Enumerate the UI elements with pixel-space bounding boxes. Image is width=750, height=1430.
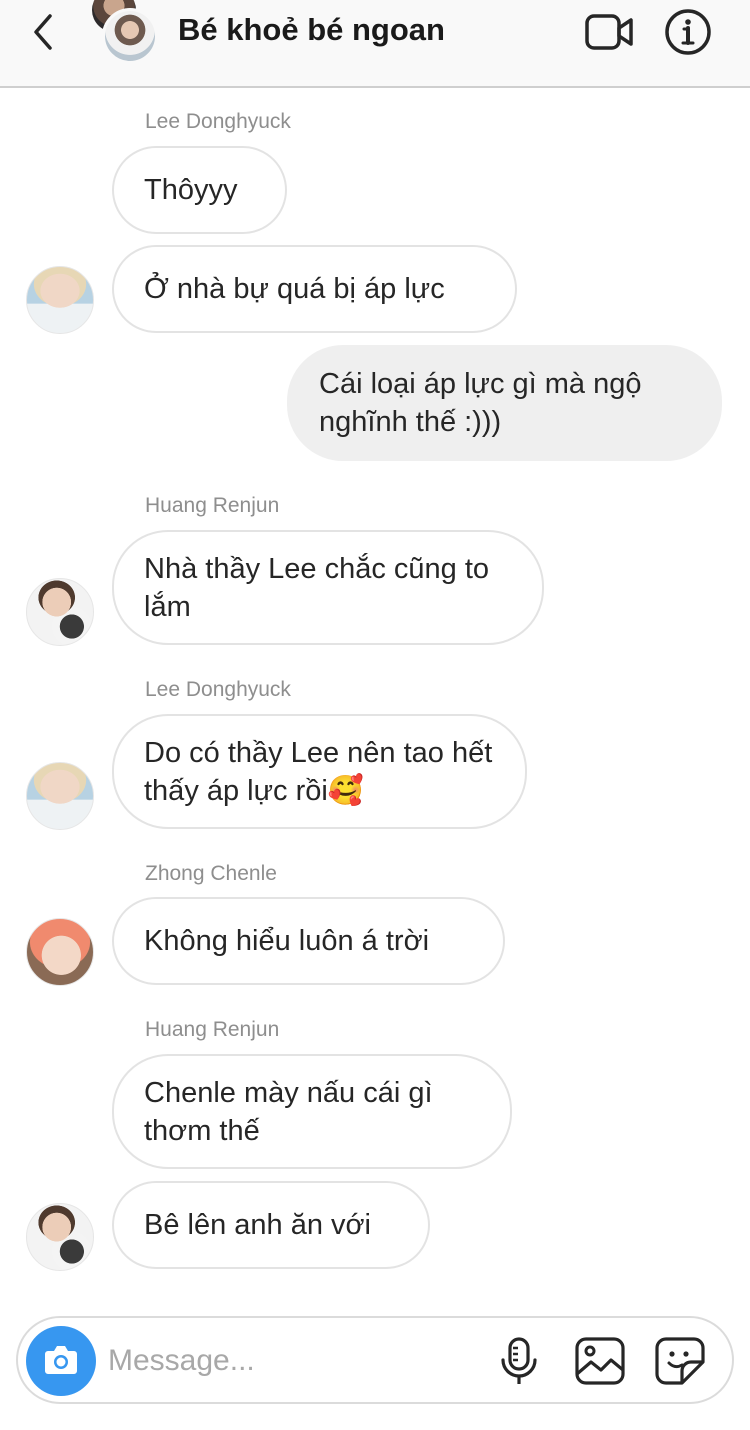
message-text: Do có thầy Lee nên tao hết thấy áp lực r… [144,736,493,807]
image-gallery-icon [575,1337,625,1385]
sender-name: Huang Renjun [145,1018,280,1041]
sticker-icon [655,1337,705,1385]
own-message-bubble[interactable]: Cái loại áp lực gì mà ngộ nghĩnh thế :))… [287,345,722,461]
camera-icon [45,1346,77,1374]
message-text: Chenle mày nấu cái gì thơm thế [144,1076,433,1147]
back-button[interactable] [28,10,62,54]
avatar-huang-renjun[interactable] [26,578,94,646]
sender-name: Huang Renjun [145,494,280,517]
message-bubble[interactable]: Thôyyy [112,146,287,234]
message-bubble[interactable]: Do có thầy Lee nên tao hết thấy áp lực r… [112,714,527,829]
message-text: Ở nhà bự quá bị áp lực [144,273,445,305]
video-call-icon [585,14,633,50]
chevron-left-icon [34,14,52,50]
info-icon [665,9,711,55]
group-avatar-member-2 [102,8,158,64]
avatar-lee-donghyuck[interactable] [26,266,94,334]
message-input[interactable] [108,1336,488,1386]
group-avatar[interactable] [90,0,160,66]
microphone-button[interactable] [498,1336,540,1388]
chat-title[interactable]: Bé khoẻ bé ngoan [178,12,445,48]
video-call-button[interactable] [584,10,634,54]
camera-button[interactable] [26,1326,96,1396]
avatar-zhong-chenle[interactable] [26,918,94,986]
gallery-button[interactable] [574,1336,626,1386]
info-button[interactable] [664,8,712,56]
message-text: Bê lên anh ăn với [144,1209,372,1241]
message-bubble[interactable]: Bê lên anh ăn với [112,1181,430,1269]
message-bubble[interactable]: Chenle mày nấu cái gì thơm thế [112,1054,512,1169]
sender-name: Zhong Chenle [145,862,277,885]
message-bubble[interactable]: Nhà thầy Lee chắc cũng to lắm [112,530,544,645]
avatar-huang-renjun[interactable] [26,1203,94,1271]
chat-header: Bé khoẻ bé ngoan [0,0,750,88]
sticker-button[interactable] [654,1336,706,1386]
message-text: Nhà thầy Lee chắc cũng to lắm [144,552,490,623]
sender-name: Lee Donghyuck [145,678,291,701]
message-bubble[interactable]: Ở nhà bự quá bị áp lực [112,245,517,333]
message-text: Cái loại áp lực gì mà ngộ nghĩnh thế :))… [319,368,642,438]
message-bubble[interactable]: Không hiểu luôn á trời [112,897,505,985]
message-composer [16,1316,734,1404]
avatar-lee-donghyuck[interactable] [26,762,94,830]
microphone-icon [501,1337,537,1384]
message-text: Thôyyy [144,174,238,206]
sender-name: Lee Donghyuck [145,110,291,133]
message-text: Không hiểu luôn á trời [144,925,430,957]
